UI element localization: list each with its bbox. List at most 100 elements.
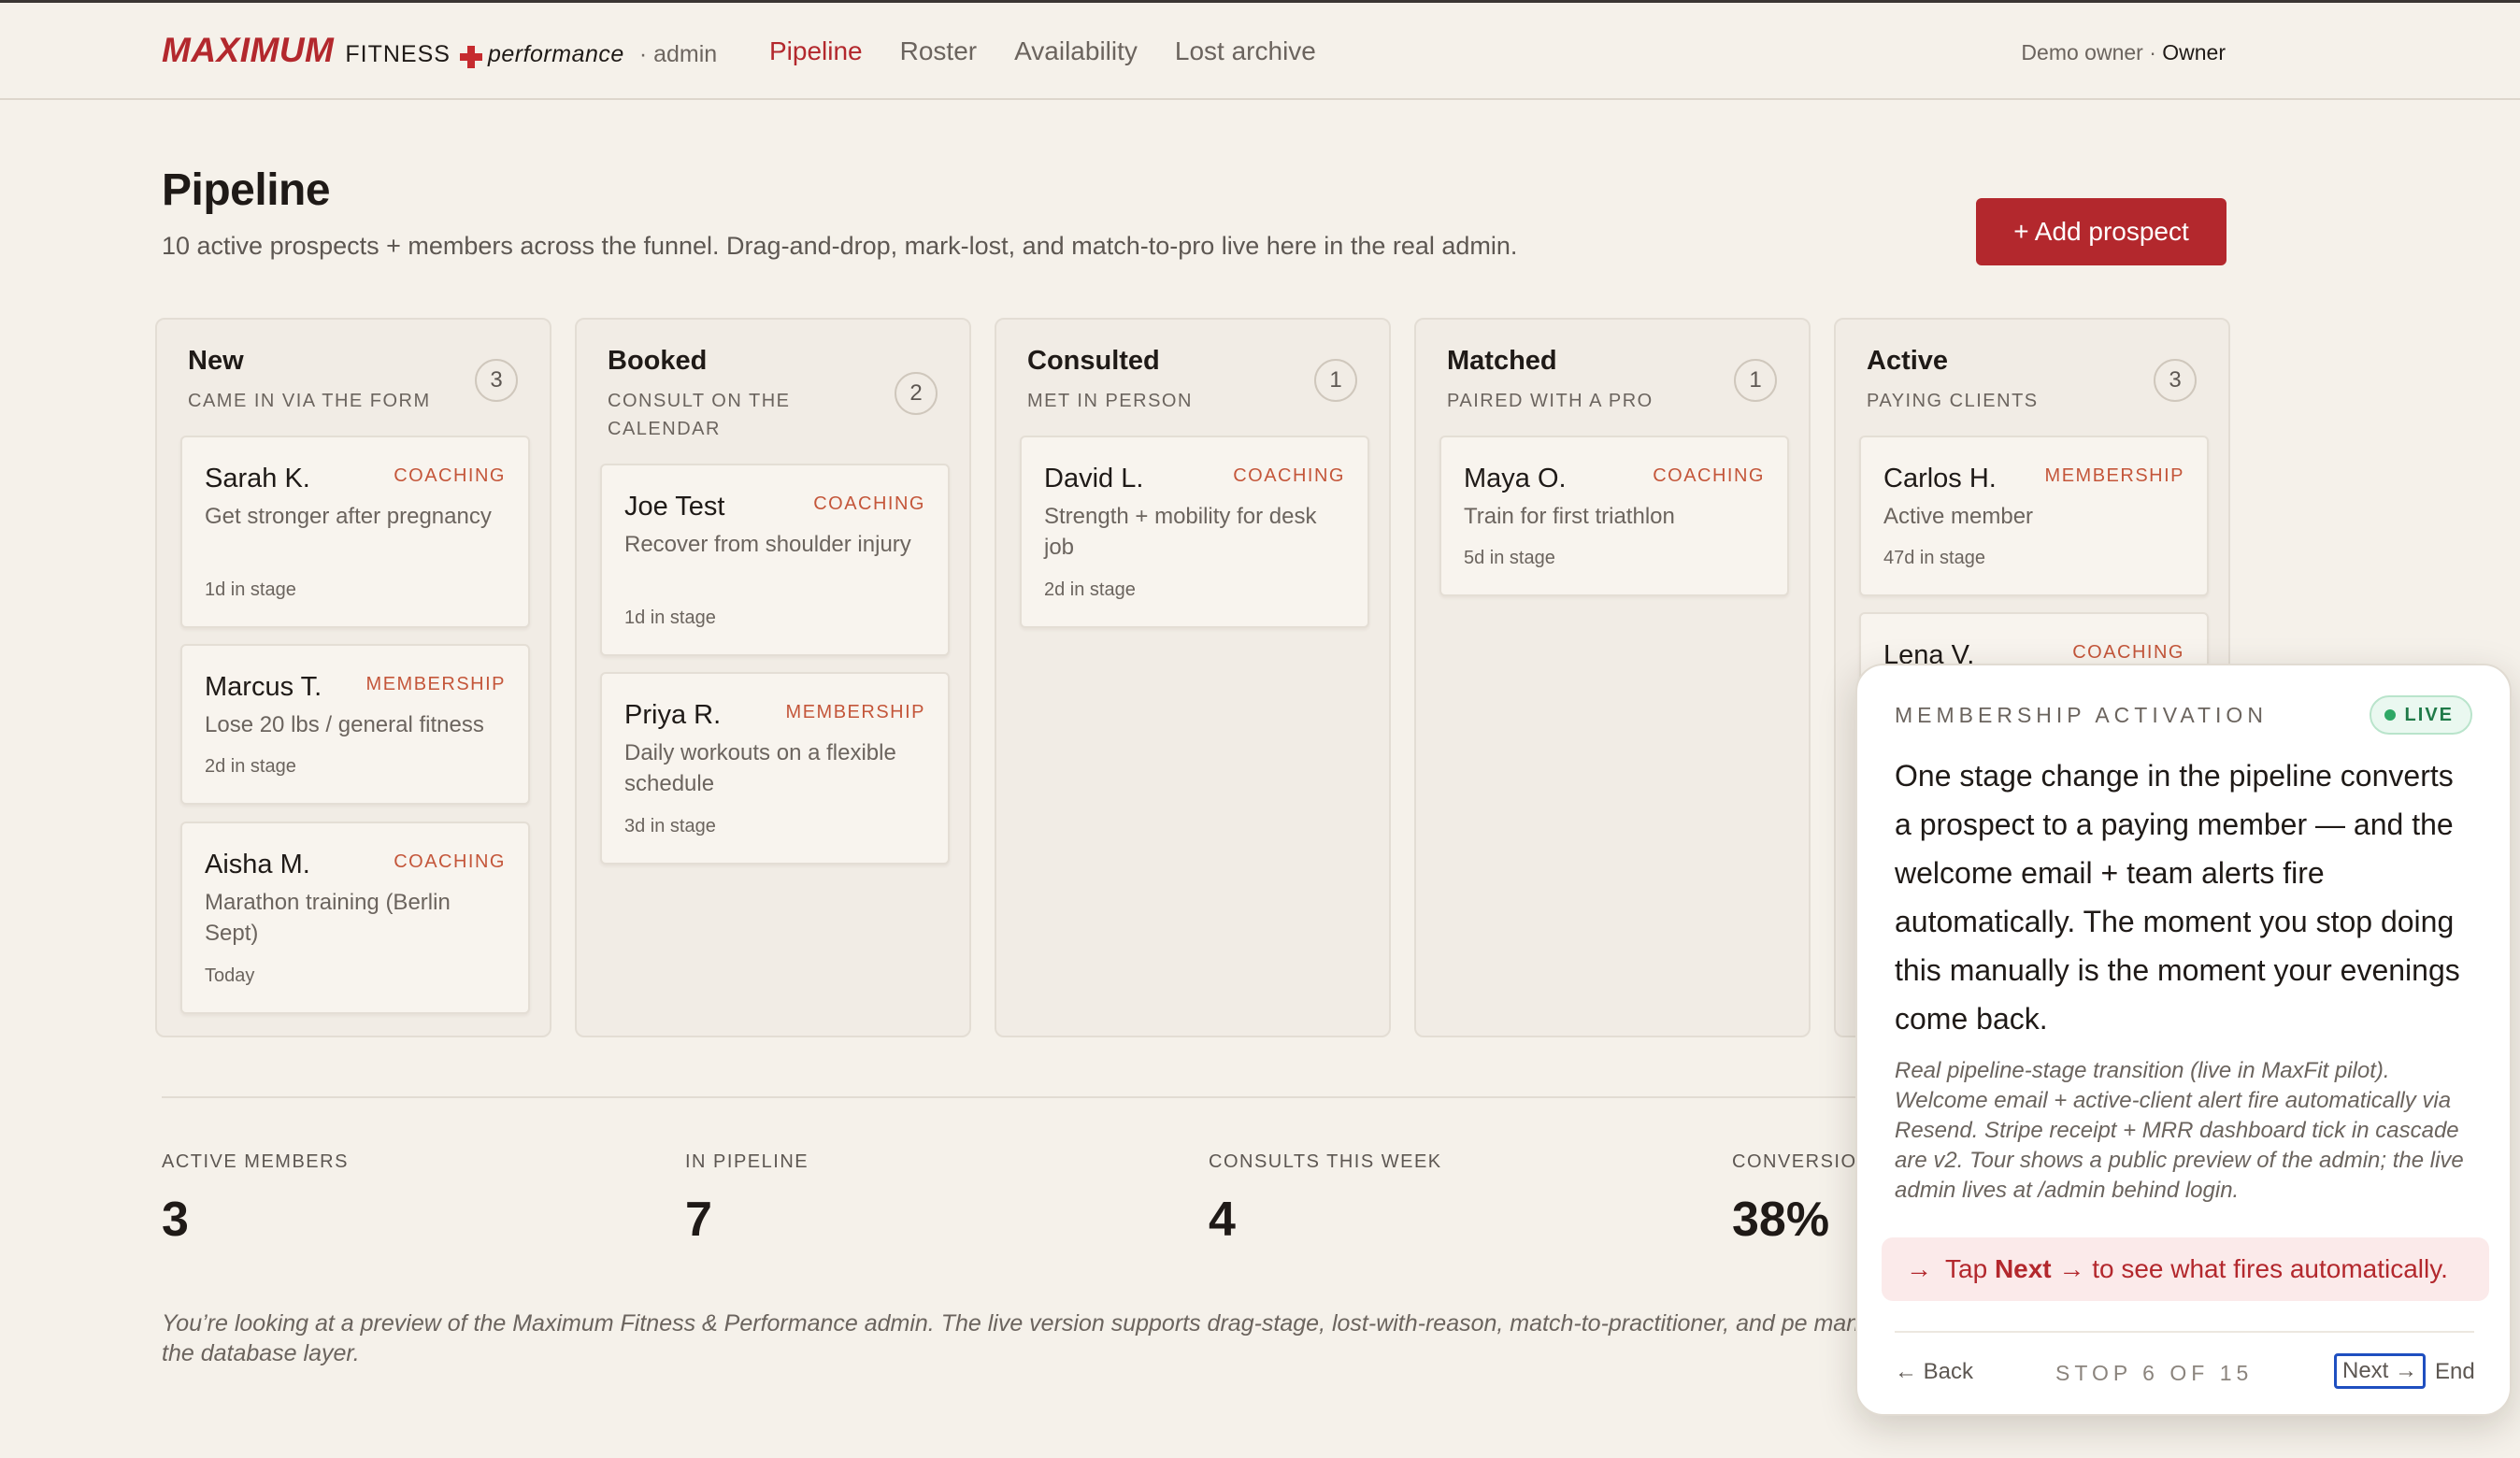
live-dot-icon xyxy=(2384,709,2396,721)
nav-pipeline[interactable]: Pipeline xyxy=(769,36,863,66)
card-goal: Get stronger after pregnancy xyxy=(205,504,492,529)
card-stage-age: 1d in stage xyxy=(624,608,716,628)
brand-logo[interactable]: MAXIMUM FITNESS performance · admin xyxy=(162,31,717,78)
prospect-card[interactable]: Maya O. COACHING Train for first triathl… xyxy=(1439,436,1789,596)
column-booked: Booked CONSULT ON THE CALENDAR 2 Joe Tes… xyxy=(575,318,971,1037)
user-name: Demo owner · xyxy=(2021,40,2163,64)
card-stage-age: 2d in stage xyxy=(205,756,296,777)
card-tag: COACHING xyxy=(1233,465,1345,486)
nav-lost-archive[interactable]: Lost archive xyxy=(1175,36,1316,66)
column-title: Matched xyxy=(1447,346,1557,376)
brand-performance: performance xyxy=(487,41,624,67)
tour-next-button[interactable]: Next → xyxy=(2334,1353,2427,1389)
prospect-card[interactable]: Priya R. MEMBERSHIP Daily workouts on a … xyxy=(600,672,950,865)
card-stage-age: 3d in stage xyxy=(624,816,716,836)
tour-cta-bold: Next → xyxy=(1994,1254,2085,1283)
card-stage-age: 5d in stage xyxy=(1464,548,1555,568)
card-goal: Marathon training (Berlin Sept) xyxy=(205,890,451,946)
stat-label: CONVERSIO xyxy=(1732,1151,1857,1172)
prospect-card[interactable]: David L. COACHING Strength + mobility fo… xyxy=(1020,436,1369,628)
card-tag: MEMBERSHIP xyxy=(785,702,925,722)
column-title: Booked xyxy=(608,346,708,376)
prospect-card[interactable]: Joe Test COACHING Recover from shoulder … xyxy=(600,464,950,656)
card-stage-age: 1d in stage xyxy=(205,579,296,600)
stat-active-members: ACTIVE MEMBERS 3 xyxy=(162,1151,349,1248)
brand-maximum: MAXIMUM xyxy=(162,31,335,69)
card-tag: COACHING xyxy=(394,851,506,872)
card-tag: MEMBERSHIP xyxy=(365,674,506,694)
tour-cta-pre: Tap xyxy=(1945,1254,1988,1283)
live-badge-label: LIVE xyxy=(2404,704,2454,725)
card-name: Carlos H. xyxy=(1883,464,1997,493)
user-info: Demo owner · Owner xyxy=(2021,40,2226,65)
tour-cta-post: to see what fires automatically. xyxy=(2092,1254,2448,1283)
stat-value: 38% xyxy=(1732,1193,1830,1247)
prospect-card[interactable]: Marcus T. MEMBERSHIP Lose 20 lbs / gener… xyxy=(180,644,530,805)
prospect-card[interactable]: Carlos H. MEMBERSHIP Active member 47d i… xyxy=(1859,436,2209,596)
nav-availability[interactable]: Availability xyxy=(1014,36,1138,66)
user-role: Owner xyxy=(2162,40,2226,64)
column-new: New CAME IN VIA THE FORM 3 Sarah K. COAC… xyxy=(155,318,551,1037)
card-name: Maya O. xyxy=(1464,464,1567,493)
card-tag: MEMBERSHIP xyxy=(2044,465,2184,486)
tour-eyebrow: MEMBERSHIP ACTIVATION xyxy=(1895,703,2268,727)
add-prospect-button[interactable]: + Add prospect xyxy=(1976,198,2226,265)
tour-end-button[interactable]: End xyxy=(2435,1359,2475,1385)
column-title: Consulted xyxy=(1027,346,1160,376)
tour-popover: MEMBERSHIP ACTIVATION LIVE One stage cha… xyxy=(1855,664,2512,1416)
card-tag: COACHING xyxy=(1653,465,1765,486)
card-name: Sarah K. xyxy=(205,464,310,493)
tour-step-indicator: STOP 6 OF 15 xyxy=(2055,1361,2254,1385)
column-subtitle: CONSULT ON THE CALENDAR xyxy=(608,391,791,439)
card-name: Marcus T. xyxy=(205,672,322,702)
column-count-badge: 1 xyxy=(1314,359,1357,402)
card-stage-age: 47d in stage xyxy=(1883,548,1985,568)
tour-note: Real pipeline-stage transition (live in … xyxy=(1895,1058,2464,1203)
card-goal: Active member xyxy=(1883,504,2034,529)
stat-label: CONSULTS THIS WEEK xyxy=(1209,1151,1442,1172)
column-count-badge: 3 xyxy=(475,359,518,402)
tour-back-button[interactable]: ← Back xyxy=(1895,1359,1973,1385)
column-subtitle: CAME IN VIA THE FORM xyxy=(188,391,431,411)
tour-cta-text: Tap Next → to see what fires automatical… xyxy=(1945,1254,2448,1284)
stat-value: 4 xyxy=(1209,1193,1236,1247)
tour-divider xyxy=(1895,1331,2474,1333)
card-stage-age: 2d in stage xyxy=(1044,579,1136,600)
arrow-right-icon: → xyxy=(1906,1254,1932,1283)
column-subtitle: MET IN PERSON xyxy=(1027,391,1193,411)
card-name: Priya R. xyxy=(624,700,722,730)
prospect-card[interactable]: Sarah K. COACHING Get stronger after pre… xyxy=(180,436,530,628)
card-tag: COACHING xyxy=(2072,642,2184,663)
prospect-card[interactable]: Aisha M. COACHING Marathon training (Ber… xyxy=(180,822,530,1014)
stat-value: 3 xyxy=(162,1193,189,1247)
column-count-badge: 2 xyxy=(895,372,938,415)
card-name: Aisha M. xyxy=(205,850,310,879)
card-stage-age: Today xyxy=(205,965,255,986)
card-tag: COACHING xyxy=(813,493,925,514)
column-count-badge: 1 xyxy=(1734,359,1777,402)
column-subtitle: PAYING CLIENTS xyxy=(1867,391,2039,411)
stat-in-pipeline: IN PIPELINE 7 xyxy=(685,1151,809,1248)
column-matched: Matched PAIRED WITH A PRO 1 Maya O. COAC… xyxy=(1414,318,1811,1037)
tour-body-text: One stage change in the pipeline convert… xyxy=(1895,759,2460,1036)
live-badge: LIVE xyxy=(2369,695,2472,735)
stat-label: ACTIVE MEMBERS xyxy=(162,1151,349,1172)
column-consulted: Consulted MET IN PERSON 1 David L. COACH… xyxy=(995,318,1391,1037)
brand-fitness: FITNESS xyxy=(345,41,451,67)
brand-admin-label: · admin xyxy=(638,41,718,67)
card-goal: Lose 20 lbs / general fitness xyxy=(205,712,484,737)
red-cross-icon xyxy=(459,46,482,68)
stat-value: 7 xyxy=(685,1193,712,1247)
tour-cta-hint[interactable]: → Tap Next → to see what fires automatic… xyxy=(1882,1237,2489,1301)
stat-label: IN PIPELINE xyxy=(685,1151,809,1172)
nav-roster[interactable]: Roster xyxy=(900,36,977,66)
card-goal: Train for first triathlon xyxy=(1464,504,1675,529)
column-subtitle: PAIRED WITH A PRO xyxy=(1447,391,1654,411)
column-title: New xyxy=(188,346,244,376)
card-tag: COACHING xyxy=(394,465,506,486)
card-goal: Daily workouts on a flexible schedule xyxy=(624,740,896,796)
card-goal: Strength + mobility for desk job xyxy=(1044,504,1317,560)
card-name: David L. xyxy=(1044,464,1144,493)
column-title: Active xyxy=(1867,346,1949,376)
card-goal: Recover from shoulder injury xyxy=(624,532,911,557)
